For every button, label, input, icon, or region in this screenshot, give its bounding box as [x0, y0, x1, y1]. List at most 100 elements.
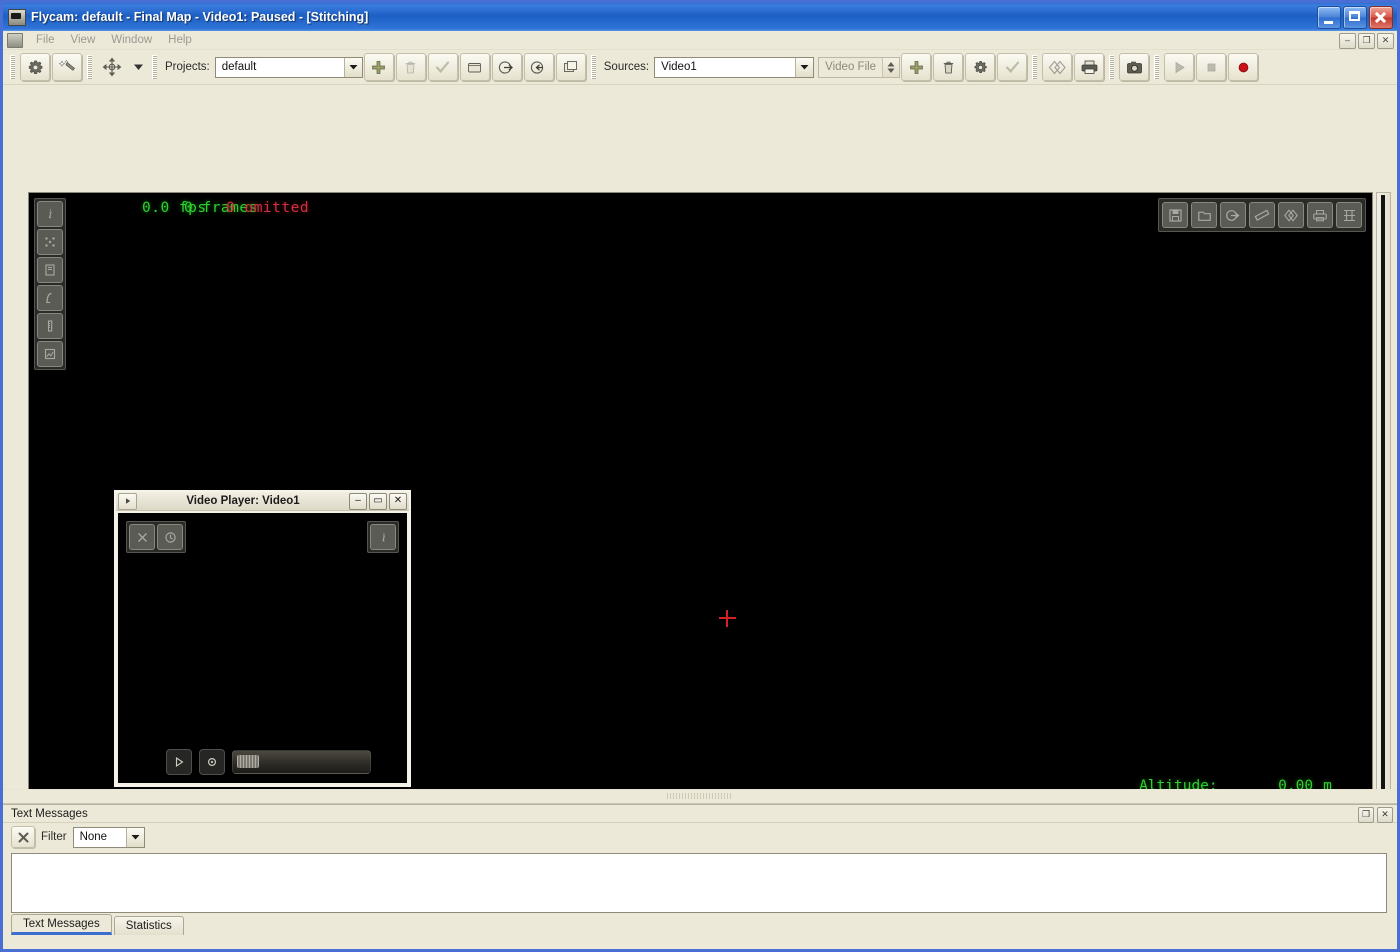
delete-project-button[interactable] [395, 53, 426, 81]
viewport-stats: 0.0 fps 0 frames 0 omitted [142, 200, 309, 216]
add-project-button[interactable] [363, 53, 394, 81]
video-seek-handle[interactable] [237, 755, 259, 768]
measure-overlay-button[interactable] [37, 313, 63, 339]
record-button[interactable] [1228, 53, 1259, 81]
grid-tool-button[interactable] [1336, 202, 1362, 228]
open-project-button[interactable] [459, 53, 490, 81]
folder-icon [468, 62, 482, 72]
mdi-close-button[interactable]: ✕ [1377, 33, 1394, 49]
system-menu-icon[interactable] [7, 32, 23, 48]
message-list[interactable] [11, 853, 1387, 913]
message-filter-bar: Filter None [3, 823, 1397, 851]
gear-icon [974, 60, 987, 73]
video-player-close-button[interactable]: ✕ [389, 492, 407, 510]
delete-source-button[interactable] [933, 53, 964, 81]
printer-icon [1081, 60, 1098, 74]
vp-play-button[interactable] [166, 749, 192, 775]
play-button[interactable] [1164, 53, 1195, 81]
printer-icon [1313, 209, 1327, 221]
toolbar-grip[interactable] [10, 55, 15, 79]
toolbar-grip-3[interactable] [152, 55, 157, 79]
import-project-button[interactable] [491, 53, 522, 81]
viewport-vertical-scrollbar[interactable] [1376, 192, 1391, 789]
scrollbar-thumb[interactable] [1381, 195, 1385, 789]
filter-chevron-down-icon[interactable] [125, 827, 144, 847]
filter-combo[interactable]: None [72, 826, 145, 848]
spinner-arrows[interactable] [882, 57, 900, 77]
x-icon [137, 532, 147, 542]
stop-button[interactable] [1196, 53, 1227, 81]
load-map-button[interactable] [1191, 202, 1217, 228]
page-overlay-button[interactable] [37, 257, 63, 283]
save-map-button[interactable] [1162, 202, 1188, 228]
map-export-button[interactable] [1074, 53, 1105, 81]
chevron-up-icon [887, 61, 895, 66]
toolbar-grip-2[interactable] [87, 55, 92, 79]
menu-item-view[interactable]: View [63, 32, 104, 48]
map-viewport[interactable]: 0.0 fps 0 frames 0 omitted Altitude: 0.00 … [28, 192, 1373, 789]
panel-splitter[interactable] [3, 789, 1397, 804]
video-player-maximize-button[interactable]: ▭ [369, 492, 387, 510]
duplicate-project-button[interactable] [555, 53, 586, 81]
video-player-titlebar[interactable]: Video Player: Video1 – ▭ ✕ [116, 492, 409, 511]
close-overlay-button[interactable] [129, 524, 155, 550]
video-player-canvas[interactable] [118, 513, 407, 783]
export-map-button[interactable] [1220, 202, 1246, 228]
folder-open-icon [1197, 211, 1211, 221]
mdi-minimize-button[interactable]: – [1339, 33, 1356, 49]
info-overlay-button[interactable] [37, 201, 63, 227]
video-player-minimize-button[interactable]: – [349, 492, 367, 510]
trash-icon [406, 61, 416, 73]
sources-chevron-down-icon[interactable] [795, 57, 814, 77]
splitter-grip[interactable] [667, 793, 733, 799]
menu-item-window[interactable]: Window [103, 32, 160, 48]
video-player-window[interactable]: Video Player: Video1 – ▭ ✕ [114, 490, 411, 787]
vp-record-button[interactable] [199, 749, 225, 775]
edit-overlay-button[interactable] [37, 341, 63, 367]
measure-tool-button[interactable] [1249, 202, 1275, 228]
clear-messages-button[interactable] [11, 826, 35, 848]
add-source-button[interactable] [901, 53, 932, 81]
video-player-transport [166, 749, 371, 775]
navigate-dropdown-button[interactable] [129, 53, 147, 81]
close-panel-button[interactable]: ✕ [1377, 807, 1393, 823]
tab-text-messages[interactable]: Text Messages [11, 914, 112, 935]
points-overlay-button[interactable] [37, 229, 63, 255]
toolbar-grip-4[interactable] [590, 55, 596, 79]
toolbar-grip-6[interactable] [1109, 55, 1115, 79]
toolbar-grip-7[interactable] [1154, 55, 1160, 79]
navigate-tool-button[interactable] [97, 53, 127, 81]
stitching-button[interactable] [1042, 53, 1073, 81]
print-map-button[interactable] [1307, 202, 1333, 228]
float-panel-button[interactable]: ❐ [1358, 807, 1374, 823]
mdi-restore-button[interactable]: ❐ [1358, 33, 1375, 49]
maximize-button[interactable] [1343, 5, 1367, 29]
apply-project-button[interactable] [427, 53, 458, 81]
wizard-button[interactable] [52, 53, 82, 81]
minimize-button[interactable] [1317, 5, 1341, 29]
menu-item-help[interactable]: Help [160, 32, 200, 48]
source-type-spinner[interactable]: Video File [818, 56, 901, 78]
apply-source-button[interactable] [997, 53, 1028, 81]
vp-close-glyph: ✕ [393, 494, 403, 506]
video-seek-slider[interactable] [232, 750, 371, 774]
close-button[interactable] [1369, 5, 1393, 29]
settings-button[interactable] [20, 53, 50, 81]
video-player-left-overlay [126, 521, 186, 553]
plus-icon [372, 60, 386, 74]
check-icon [1005, 61, 1019, 73]
projects-chevron-down-icon[interactable] [343, 57, 362, 77]
stitch-tool-button[interactable] [1278, 202, 1304, 228]
source-settings-button[interactable] [965, 53, 996, 81]
toolbar-grip-5[interactable] [1032, 55, 1038, 79]
info-overlay-button[interactable] [370, 524, 396, 550]
menu-item-file[interactable]: File [28, 32, 63, 48]
tab-statistics[interactable]: Statistics [113, 916, 184, 935]
projects-combo[interactable]: default [214, 56, 363, 78]
video-player-system-button[interactable] [118, 492, 137, 510]
export-project-button[interactable] [523, 53, 554, 81]
track-overlay-button[interactable] [37, 285, 63, 311]
snapshot-button[interactable] [1119, 53, 1150, 81]
sources-combo[interactable]: Video1 [654, 56, 815, 78]
history-overlay-button[interactable] [157, 524, 183, 550]
